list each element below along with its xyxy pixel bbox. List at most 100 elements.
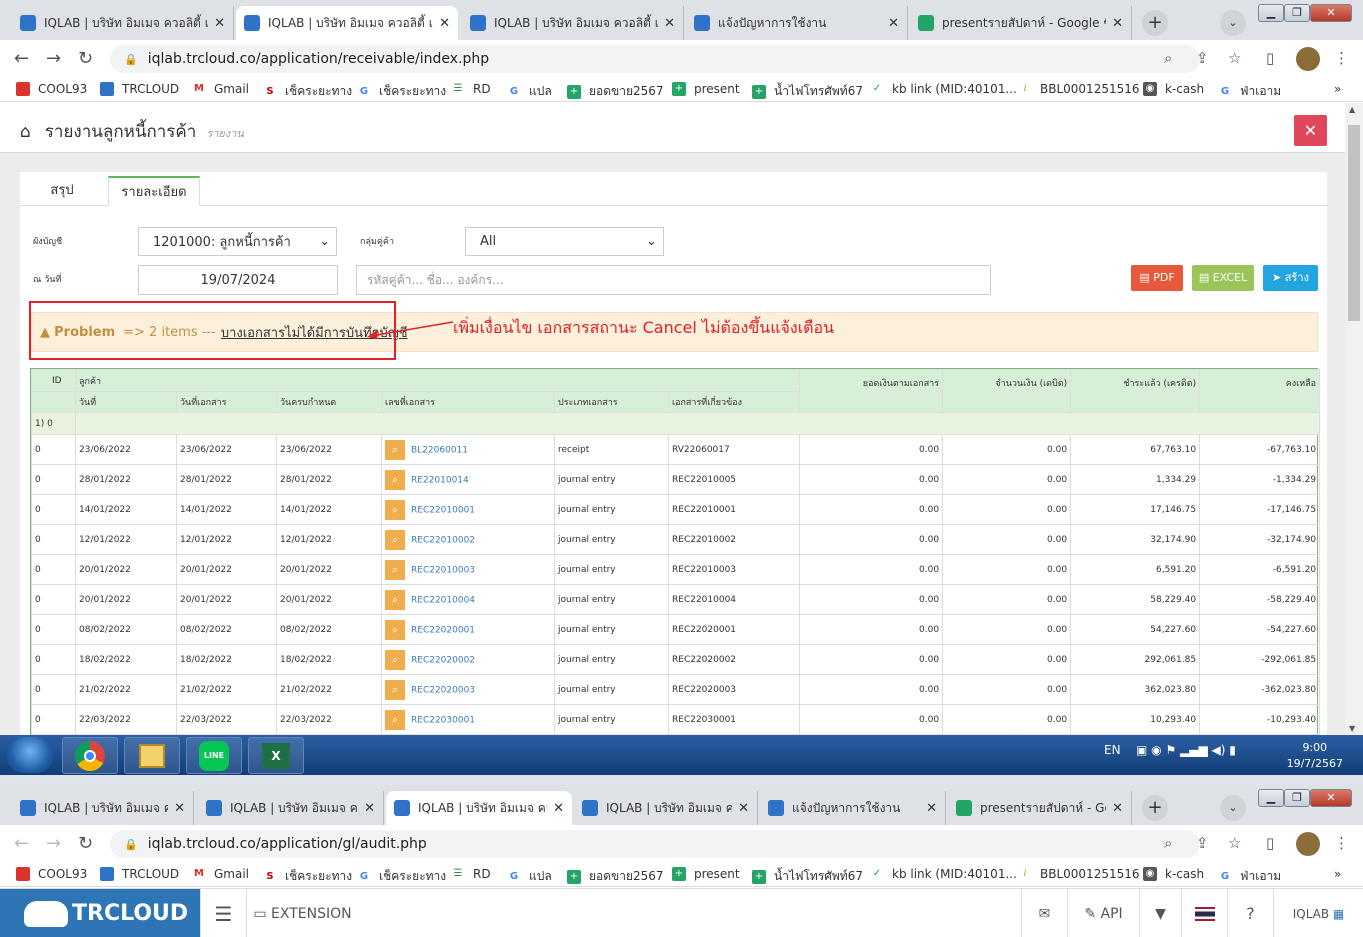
scroll-up-icon[interactable]: ▲ [1349, 105, 1355, 114]
page-scrollbar[interactable]: ▲ ▼ [1345, 103, 1363, 735]
row-doc-no[interactable]: ⌕ REC22020003 [381, 674, 555, 705]
search-input[interactable]: รหัสคู่ค้า... ชื่อ... องค์กร... [356, 265, 991, 295]
close-tab-icon[interactable]: ✕ [888, 16, 899, 31]
doc-no-link[interactable]: RE22010014 [411, 475, 469, 485]
doc-no-link[interactable]: BL22060011 [411, 445, 468, 455]
new-tab-plus-icon[interactable]: + [1142, 10, 1168, 36]
profile-avatar[interactable] [1296, 47, 1320, 71]
bookmark-item[interactable]: G แปล [507, 867, 552, 886]
maximize-window-icon[interactable]: ❐ [1284, 789, 1310, 807]
row-doc-no[interactable]: ⌕ REC22020001 [381, 614, 555, 645]
browser-tab-5[interactable]: แจ้งปัญหาการใช้งาน ✕ [760, 791, 946, 825]
minimize-window-icon[interactable]: ▁ [1258, 789, 1284, 807]
magnifier-icon[interactable]: ⌕ [385, 559, 405, 580]
bookmark-item[interactable]: + ยอดขาย2567 [567, 867, 664, 886]
bookmark-item[interactable]: TRCLOUD [100, 867, 179, 881]
doc-no-link[interactable]: REC22010004 [411, 595, 475, 605]
taskbar-chrome[interactable] [62, 737, 118, 774]
doc-no-link[interactable]: REC22010003 [411, 565, 475, 575]
browser-tab-2[interactable]: IQLAB | บริษัท อิมเมจ ควอลิตี้ ✕ [198, 791, 384, 825]
close-tab-icon[interactable]: ✕ [1112, 16, 1123, 31]
row-doc-no[interactable]: ⌕ REC22020002 [381, 644, 555, 675]
bookmark-item[interactable]: + น้ำไฟโทรศัพท์67 [752, 82, 863, 101]
bookmark-star-icon[interactable]: ☆ [1228, 834, 1241, 852]
browser-tab-4[interactable]: แจ้งปัญหาการใช้งาน ✕ [686, 6, 908, 40]
magnifier-icon[interactable]: ⌕ [385, 499, 405, 520]
magnifier-icon[interactable]: ⌕ [385, 439, 405, 460]
bookmark-item[interactable]: G ฟ่าเอาม [1218, 82, 1281, 101]
close-tab-icon[interactable]: ✕ [553, 801, 564, 816]
bookmark-item[interactable]: ☰ RD [451, 867, 491, 881]
zoom-icon[interactable]: ⌕ [1164, 49, 1172, 67]
back-arrow-icon[interactable]: ← [14, 48, 29, 69]
system-clock[interactable]: 9:00 19/7/2567 [1287, 740, 1343, 772]
bookmark-item[interactable]: + present [672, 82, 740, 96]
url-bar[interactable]: 🔒 iqlab.trcloud.co/application/receivable… [110, 45, 1200, 73]
browser-tab-2[interactable]: IQLAB | บริษัท อิมเมจ ควอลิตี้ แล็บ ✕ [236, 6, 458, 40]
profile-avatar[interactable] [1296, 832, 1320, 856]
bookmark-item[interactable]: G เช็คระยะทาง [357, 82, 446, 101]
bookmark-item[interactable]: i BBL0001251516 [1018, 867, 1140, 881]
bookmark-item[interactable]: G แปล [507, 82, 552, 101]
account-select[interactable]: 1201000: ลูกหนี้การค้า ⌄ [138, 227, 337, 256]
bookmark-item[interactable]: M Gmail [192, 867, 249, 881]
row-doc-no[interactable]: ⌕ REC22010004 [381, 584, 555, 615]
close-tab-icon[interactable]: ✕ [214, 16, 225, 31]
reload-icon[interactable]: ↻ [78, 833, 93, 854]
bookmark-item[interactable]: S เช็คระยะทาง [263, 82, 352, 101]
close-tab-icon[interactable]: ✕ [738, 801, 749, 816]
tab-search-chevron-icon[interactable]: ⌄ [1220, 795, 1246, 821]
bookmark-item[interactable]: ✓ kb link (MID:40101... [870, 82, 1017, 96]
excel-button[interactable]: ▤ EXCEL [1192, 265, 1254, 291]
forward-arrow-icon[interactable]: → [46, 48, 61, 69]
row-doc-no[interactable]: ⌕ BL22060011 [381, 434, 555, 465]
bookmark-item[interactable]: S เช็คระยะทาง [263, 867, 352, 886]
browser-tab-1[interactable]: IQLAB | บริษัท อิมเมจ ควอลิตี้ ✕ [12, 791, 194, 825]
more-bookmarks-chevron-icon[interactable]: » [1334, 82, 1341, 96]
close-tab-icon[interactable]: ✕ [664, 16, 675, 31]
forward-arrow-icon[interactable]: → [46, 833, 61, 854]
scroll-down-icon[interactable]: ▼ [1349, 724, 1355, 733]
bookmark-item[interactable]: ☰ RD [451, 82, 491, 96]
tab-summary[interactable]: สรุป [30, 176, 94, 206]
zoom-icon[interactable]: ⌕ [1164, 834, 1172, 852]
bookmark-item[interactable]: ◉ k-cash [1143, 82, 1204, 96]
tab-search-chevron-icon[interactable]: ⌄ [1220, 10, 1246, 36]
share-icon[interactable]: ⇪ [1196, 834, 1209, 852]
magnifier-icon[interactable]: ⌕ [385, 679, 405, 700]
create-button[interactable]: ➤ สร้าง [1263, 265, 1318, 291]
maximize-window-icon[interactable]: ❐ [1284, 4, 1310, 22]
tray-icons[interactable]: ▣ ◉ ⚑ ▂▄▆ ◀) ▮ [1136, 743, 1236, 757]
back-arrow-icon[interactable]: ← [14, 833, 29, 854]
scrollbar-thumb[interactable] [1348, 125, 1360, 321]
magnifier-icon[interactable]: ⌕ [385, 589, 405, 610]
start-button[interactable] [6, 737, 54, 773]
date-input[interactable]: 19/07/2024 [138, 265, 338, 295]
home-icon[interactable]: ⌂ [20, 122, 31, 142]
pdf-button[interactable]: ▤ PDF [1131, 265, 1183, 291]
close-tab-icon[interactable]: ✕ [439, 16, 450, 31]
bookmark-item[interactable]: + น้ำไฟโทรศัพท์67 [752, 867, 863, 886]
browser-tab-6[interactable]: presentรายสัปดาห์ - Google ชีต ✕ [948, 791, 1132, 825]
bookmark-item[interactable]: + present [672, 867, 740, 881]
close-tab-icon[interactable]: ✕ [174, 801, 185, 816]
browser-tab-5[interactable]: presentรายสัปดาห์ - Google ชีต ✕ [910, 6, 1132, 40]
customer-group-select[interactable]: All ⌄ [465, 227, 664, 256]
tab-detail[interactable]: รายละเอียด [108, 176, 200, 206]
close-tab-icon[interactable]: ✕ [1112, 801, 1123, 816]
magnifier-icon[interactable]: ⌕ [385, 469, 405, 490]
bookmark-item[interactable]: COOL93 [16, 867, 87, 881]
url-bar[interactable]: 🔒 iqlab.trcloud.co/application/gl/audit.p… [110, 830, 1200, 858]
close-page-button[interactable]: ✕ [1294, 115, 1327, 146]
doc-no-link[interactable]: REC22020003 [411, 685, 475, 695]
bookmark-item[interactable]: TRCLOUD [100, 82, 179, 96]
company-menu[interactable]: IQLAB ▦ [1273, 889, 1363, 937]
magnifier-icon[interactable]: ⌕ [385, 529, 405, 550]
taskbar-excel[interactable]: X [248, 737, 304, 774]
kebab-menu-icon[interactable]: ⋮ [1334, 834, 1349, 852]
mail-icon[interactable]: ✉ [1021, 889, 1067, 937]
extension-menu[interactable]: ▭ EXTENSION [246, 889, 358, 937]
bookmark-item[interactable]: ✓ kb link (MID:40101... [870, 867, 1017, 881]
bookmark-item[interactable]: i BBL0001251516 [1018, 82, 1140, 96]
row-doc-no[interactable]: ⌕ RE22010014 [381, 464, 555, 495]
